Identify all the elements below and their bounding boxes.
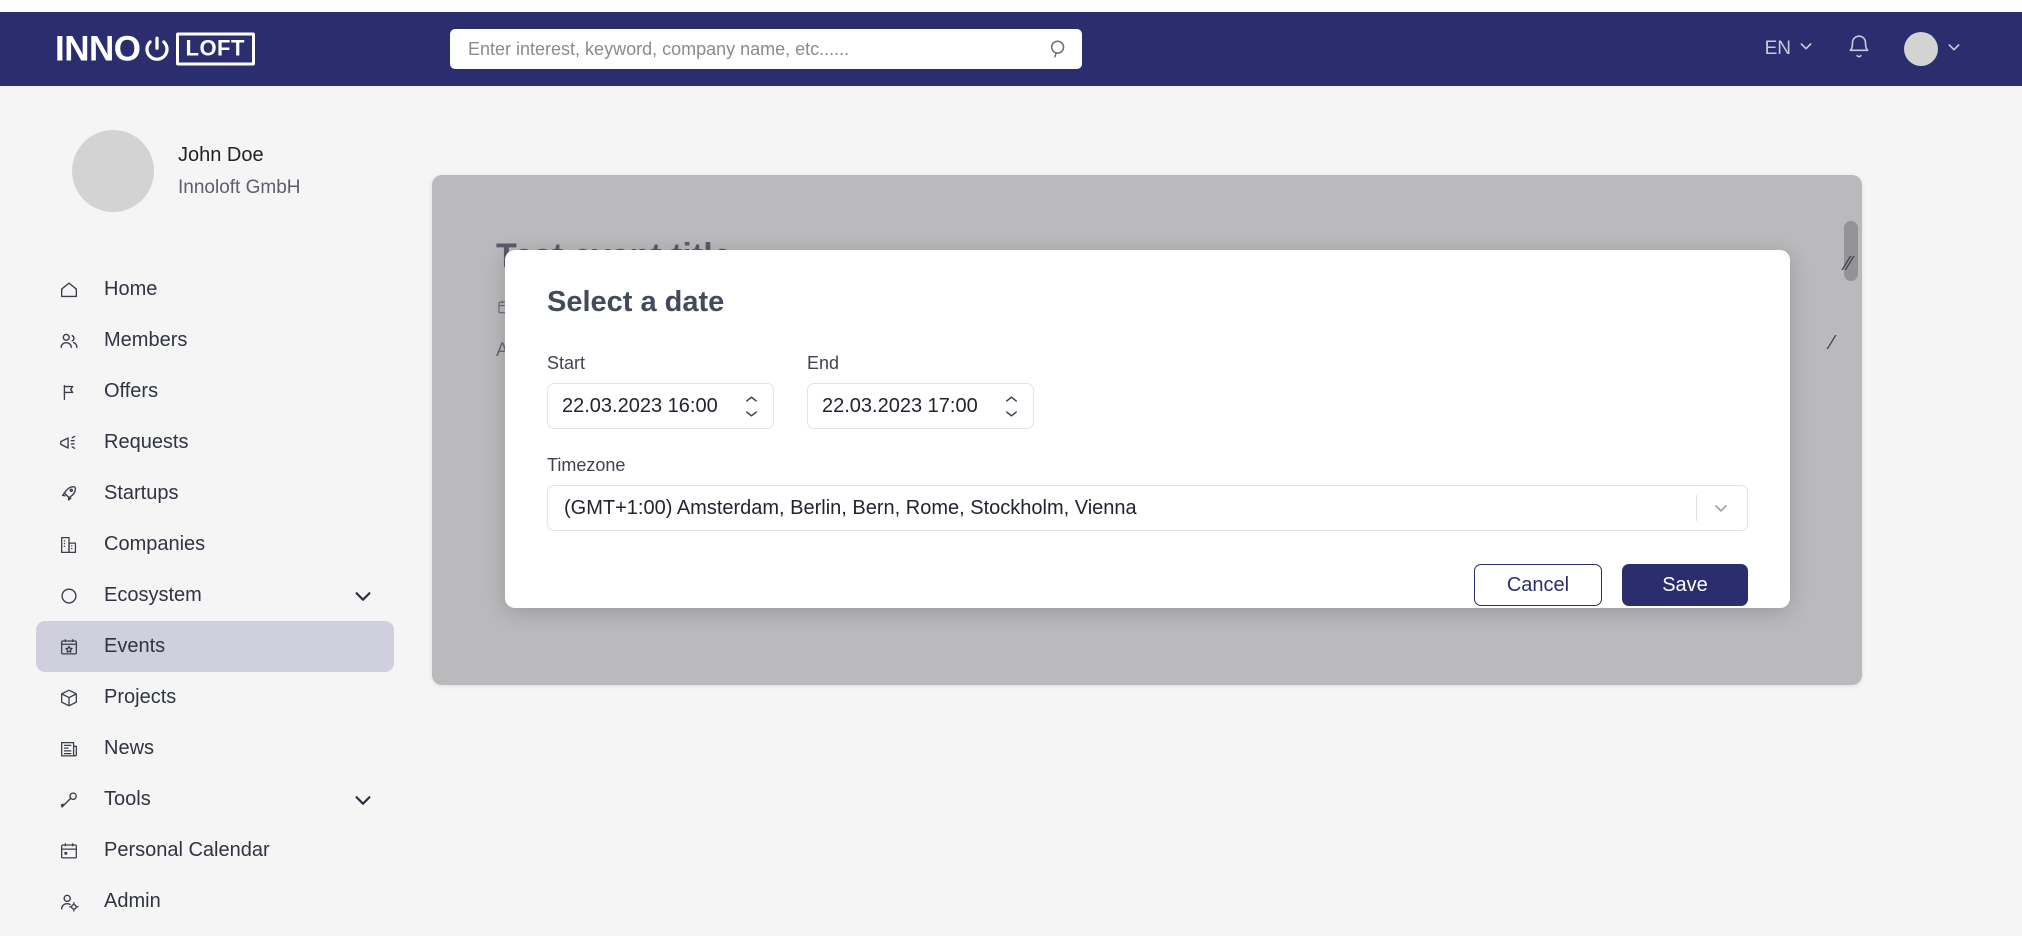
global-search[interactable] [450, 29, 1082, 69]
app-logo[interactable]: INNO LOFT [55, 32, 255, 67]
stepper-updown-icon[interactable] [1004, 395, 1019, 417]
resize-handle-secondary-icon: ⁄ [1830, 332, 1834, 354]
calendar-icon [56, 838, 82, 864]
members-icon [56, 328, 82, 354]
end-date-field: End 22.03.2023 17:00 [807, 353, 1034, 429]
avatar [72, 130, 154, 212]
sidebar-item-events[interactable]: Events [36, 621, 394, 672]
user-gear-icon [56, 889, 82, 915]
end-date-value: 22.03.2023 17:00 [822, 394, 978, 417]
top-navigation-bar: INNO LOFT EN [0, 12, 2022, 86]
sidebar-item-label: Personal Calendar [104, 839, 270, 861]
chevron-down-icon [1798, 38, 1814, 60]
notifications-button[interactable] [1846, 34, 1872, 65]
logo-text-inno: INNO [55, 29, 141, 69]
sidebar-item-label: Offers [104, 380, 159, 402]
end-date-label: End [807, 353, 840, 373]
sidebar-item-members[interactable]: Members [36, 315, 394, 366]
sidebar-item-label: Tools [104, 788, 151, 810]
megaphone-icon [56, 430, 82, 456]
sidebar-item-label: Members [104, 329, 188, 351]
avatar [1904, 32, 1938, 66]
power-icon [142, 34, 172, 64]
language-selector[interactable]: EN [1765, 38, 1814, 60]
sidebar-item-tools[interactable]: Tools [36, 774, 394, 825]
sidebar-item-companies[interactable]: Companies [36, 519, 394, 570]
wrench-icon [56, 787, 82, 813]
dialog-title: Select a date [547, 286, 725, 318]
window-top-strip [0, 0, 2022, 12]
start-date-input[interactable]: 22.03.2023 16:00 [547, 383, 774, 429]
sidebar-item-ecosystem[interactable]: Ecosystem [36, 570, 394, 621]
sidebar: John Doe Innoloft GmbH Home Members Offe… [0, 86, 430, 936]
timezone-value: (GMT+1:00) Amsterdam, Berlin, Bern, Rome… [564, 496, 1137, 519]
timezone-field: Timezone (GMT+1:00) Amsterdam, Berlin, B… [547, 455, 1748, 531]
sidebar-profile[interactable]: John Doe Innoloft GmbH [0, 130, 430, 212]
chevron-down-icon[interactable] [352, 789, 374, 811]
sidebar-item-label: Home [104, 278, 158, 300]
sidebar-item-label: Companies [104, 533, 206, 555]
save-button[interactable]: Save [1622, 564, 1748, 606]
chevron-down-icon [1946, 39, 1962, 60]
chevron-down-icon[interactable] [1711, 498, 1731, 518]
date-range-row: Start 22.03.2023 16:00 End 22.03.2023 17… [547, 353, 1748, 429]
sidebar-item-projects[interactable]: Projects [36, 672, 394, 723]
select-divider [1696, 495, 1697, 521]
news-icon [56, 736, 82, 762]
stepper-updown-icon[interactable] [744, 395, 759, 417]
sidebar-item-personal-calendar[interactable]: Personal Calendar [36, 825, 394, 876]
sidebar-item-label: Projects [104, 686, 177, 708]
sidebar-item-home[interactable]: Home [36, 264, 394, 315]
sidebar-item-admin[interactable]: Admin [36, 876, 394, 927]
app-root: INNO LOFT EN [0, 0, 2022, 936]
language-label: EN [1764, 38, 1791, 59]
search-icon[interactable] [1036, 38, 1082, 60]
sidebar-item-label: Admin [104, 890, 161, 912]
building-icon [56, 532, 82, 558]
top-bar-right-controls: EN [1765, 32, 1962, 66]
chevron-down-icon[interactable] [352, 585, 374, 607]
sidebar-item-label: Requests [104, 431, 189, 453]
cube-icon [56, 685, 82, 711]
profile-name: John Doe [178, 143, 264, 166]
sidebar-nav-list: Home Members Offers Requests Startups Co… [0, 264, 430, 927]
sidebar-item-label: News [104, 737, 155, 759]
cancel-button[interactable]: Cancel [1474, 564, 1602, 606]
bell-icon [1846, 34, 1872, 64]
select-date-dialog: Select a date Start 22.03.2023 16:00 End… [505, 250, 1790, 608]
sidebar-item-requests[interactable]: Requests [36, 417, 394, 468]
start-date-label: Start [547, 353, 586, 373]
sidebar-item-offers[interactable]: Offers [36, 366, 394, 417]
sidebar-item-news[interactable]: News [36, 723, 394, 774]
search-input[interactable] [450, 29, 1036, 69]
circle-icon [56, 583, 82, 609]
home-icon [56, 277, 82, 303]
timezone-label: Timezone [547, 455, 626, 475]
sidebar-item-label: Startups [104, 482, 179, 504]
resize-handle-icon: ⁄⁄ [1845, 253, 1852, 275]
start-date-field: Start 22.03.2023 16:00 [547, 353, 774, 429]
calendar-star-icon [56, 634, 82, 660]
dialog-actions: Cancel Save [547, 564, 1748, 606]
logo-text-loft: LOFT [175, 32, 255, 66]
sidebar-item-label: Ecosystem [104, 584, 202, 606]
start-date-value: 22.03.2023 16:00 [562, 394, 718, 417]
end-date-input[interactable]: 22.03.2023 17:00 [807, 383, 1034, 429]
profile-organization: Innoloft GmbH [178, 176, 301, 198]
sidebar-item-label: Events [104, 635, 166, 657]
rocket-icon [56, 481, 82, 507]
timezone-select[interactable]: (GMT+1:00) Amsterdam, Berlin, Bern, Rome… [547, 485, 1748, 531]
sidebar-item-startups[interactable]: Startups [36, 468, 394, 519]
user-menu[interactable] [1904, 32, 1962, 66]
offers-icon [56, 379, 82, 405]
